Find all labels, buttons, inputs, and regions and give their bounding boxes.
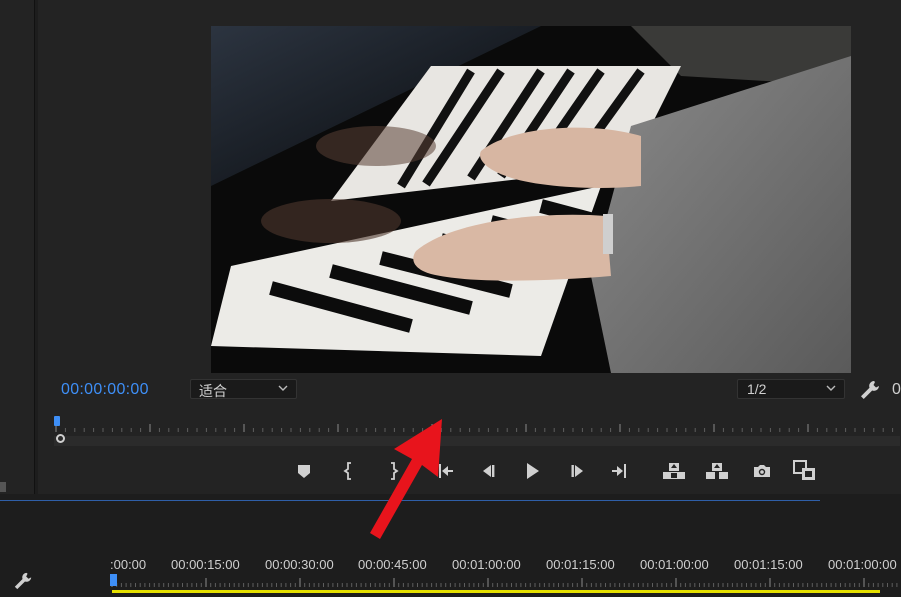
left-panel xyxy=(0,0,35,494)
mark-in-icon xyxy=(343,462,351,480)
lift-icon xyxy=(663,463,685,479)
go-to-out-button[interactable] xyxy=(610,460,630,482)
playback-resolution-dropdown[interactable]: 1/2 xyxy=(737,379,845,399)
ruler-label: 00:01:15:00 xyxy=(734,557,803,572)
wrench-icon[interactable] xyxy=(13,571,33,591)
extract-button[interactable] xyxy=(705,460,729,482)
add-marker-button[interactable] xyxy=(294,460,314,482)
ruler-label: 00:01:00:00 xyxy=(640,557,709,572)
zoom-scroll-handle[interactable] xyxy=(56,434,65,443)
cut-off-label: 0 xyxy=(892,381,901,398)
mark-in-button[interactable] xyxy=(339,460,359,482)
step-back-icon xyxy=(483,465,495,477)
ruler-label: 00:00:45:00 xyxy=(358,557,427,572)
step-forward-icon xyxy=(571,465,583,477)
zoom-fit-value: 适合 xyxy=(199,383,227,399)
lift-button[interactable] xyxy=(662,460,686,482)
ruler-label: 00:01:15:00 xyxy=(546,557,615,572)
time-ruler[interactable] xyxy=(54,422,900,446)
comparison-view-icon xyxy=(793,460,815,480)
ruler-label: 00:00:30:00 xyxy=(265,557,334,572)
ruler-label: :00:00 xyxy=(110,557,147,572)
extract-icon xyxy=(706,463,728,479)
ruler-track xyxy=(54,436,900,446)
playback-resolution-value: 1/2 xyxy=(747,381,767,397)
work-area-bar[interactable] xyxy=(112,590,880,593)
chevron-down-icon xyxy=(278,385,288,391)
playhead-handle[interactable] xyxy=(54,416,60,426)
timecode-display[interactable]: 00:00:00:00 xyxy=(61,381,149,399)
panel-resize-handle[interactable] xyxy=(0,482,6,492)
play-button[interactable] xyxy=(522,460,542,482)
piano-hands-frame xyxy=(211,26,851,373)
red-arrow-icon xyxy=(370,419,442,539)
comparison-view-button[interactable] xyxy=(793,460,817,482)
wrench-icon[interactable] xyxy=(859,379,881,401)
ruler-label: 00:00:15:00 xyxy=(171,557,240,572)
camera-icon xyxy=(754,465,770,477)
marker-icon xyxy=(298,465,310,478)
zoom-fit-dropdown[interactable]: 适合 xyxy=(190,379,297,399)
step-back-button[interactable] xyxy=(479,460,499,482)
step-forward-button[interactable] xyxy=(567,460,587,482)
video-preview[interactable] xyxy=(211,26,851,373)
ruler-label: 00:01:00:00 xyxy=(828,557,897,572)
chevron-down-icon xyxy=(826,385,836,391)
play-icon xyxy=(527,463,539,479)
ruler-label: 00:01:00:00 xyxy=(452,557,521,572)
timeline-ruler[interactable] xyxy=(110,573,901,591)
export-frame-button[interactable] xyxy=(752,460,772,482)
timeline-playhead[interactable] xyxy=(110,574,117,586)
go-to-out-icon xyxy=(612,464,626,478)
